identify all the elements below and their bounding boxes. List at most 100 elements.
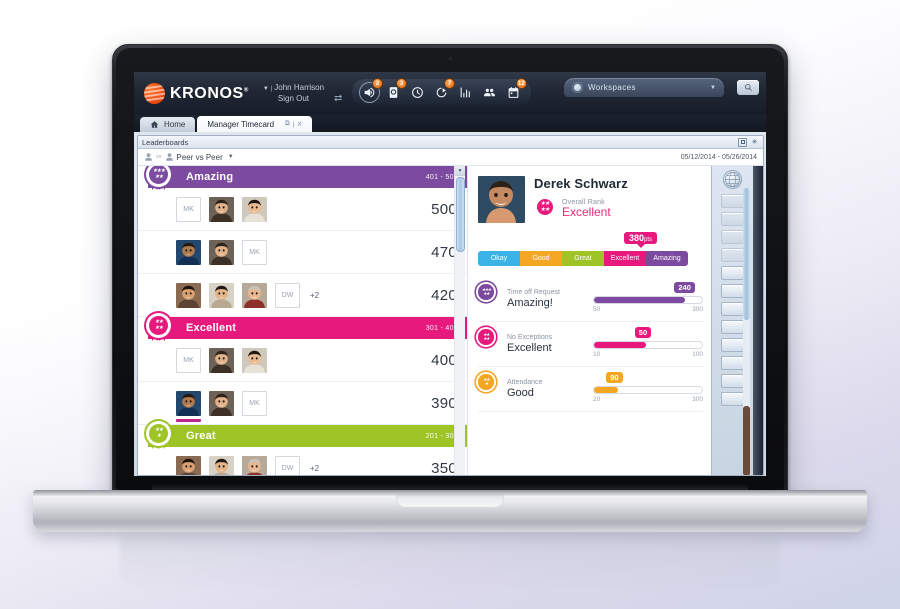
avatar bbox=[209, 239, 234, 265]
rail-widget-button[interactable] bbox=[721, 302, 744, 316]
rank-scale-okay[interactable]: Okay bbox=[478, 251, 520, 266]
search-button[interactable] bbox=[737, 80, 759, 95]
avatar-initials: MK bbox=[176, 196, 201, 222]
scroll-up-icon[interactable]: ▼ bbox=[455, 166, 465, 176]
tab-home-label: Home bbox=[164, 120, 186, 129]
sign-out-link[interactable]: Sign Out bbox=[263, 94, 324, 105]
vs-label: vs bbox=[156, 154, 162, 160]
scrollbar-thumb[interactable] bbox=[456, 177, 465, 252]
metric-range: 50 300 bbox=[593, 306, 703, 313]
leaderboard-row[interactable]: MK 400 bbox=[138, 339, 467, 382]
metrics-list: ★★★ ★★ Time off Request Amazing! 240 50 300 ★★ ★… bbox=[476, 277, 703, 412]
globe-icon[interactable] bbox=[723, 170, 742, 189]
screen: KRONOS® ▼ | John Harrison Sign Out ⇄ 2 3 bbox=[134, 72, 766, 476]
metric-range: 10 100 bbox=[593, 351, 703, 358]
calendar-icon[interactable]: 12 bbox=[503, 78, 527, 103]
rail-buttons bbox=[721, 194, 744, 410]
timecard-icon[interactable]: 3 bbox=[383, 78, 407, 103]
panel-content: ★★★ ★★ Amazing 401 - 500 MK 500 MK 470 DW +2 420 ★★… bbox=[138, 166, 763, 475]
home-icon bbox=[150, 121, 159, 128]
points-row: 380pts bbox=[478, 232, 703, 248]
peer-vs-peer-filter[interactable]: vs Peer vs Peer ▼ bbox=[144, 152, 234, 162]
leaderboard-row[interactable]: DW +2 350 bbox=[138, 447, 467, 475]
band-medal-icon: ★★ ★ bbox=[476, 372, 499, 395]
people-icon[interactable] bbox=[479, 82, 500, 103]
leaderboard-row[interactable]: MK 470 bbox=[138, 231, 467, 274]
rank-scale-excellent[interactable]: Excellent bbox=[604, 251, 646, 266]
avatar bbox=[209, 196, 234, 222]
metric-label: Attendance bbox=[507, 379, 543, 386]
workspaces-selector[interactable]: Workspaces ▼ bbox=[564, 78, 724, 97]
close-icon[interactable]: ✳ bbox=[750, 138, 759, 147]
tab-close-icon[interactable]: X bbox=[297, 121, 301, 128]
rail-widget-button[interactable] bbox=[721, 194, 744, 208]
maximize-icon[interactable] bbox=[738, 137, 747, 147]
brand-text: KRONOS bbox=[170, 84, 244, 102]
workspaces-label: Workspaces bbox=[588, 83, 636, 92]
rail-widget-button[interactable] bbox=[721, 248, 744, 262]
rail-widget-button[interactable] bbox=[721, 356, 744, 370]
metric-bar: 50 10 100 bbox=[593, 327, 703, 358]
metric-row: ★★ ★★ No Exceptions Excellent 50 10 100 bbox=[476, 322, 703, 367]
avatar bbox=[242, 196, 267, 222]
leaderboard-row[interactable]: MK 500 bbox=[138, 188, 467, 231]
leaderboard-band-amazing[interactable]: ★★★ ★★ Amazing 401 - 500 bbox=[146, 166, 467, 190]
rail-widget-button[interactable] bbox=[721, 338, 744, 352]
metric-text: No Exceptions Excellent bbox=[507, 334, 593, 354]
user-caret: ▼ | bbox=[262, 85, 273, 92]
panel-title: Leaderboards bbox=[142, 137, 189, 147]
avatar bbox=[242, 282, 267, 308]
date-range[interactable]: 05/12/2014 - 05/26/2014 bbox=[681, 154, 757, 161]
rail-widget-button[interactable] bbox=[721, 392, 744, 406]
rank-scale-good[interactable]: Good bbox=[520, 251, 562, 266]
profile-header: Derek Schwarz ★★ ★★ Overall Rank Excelle… bbox=[478, 176, 703, 223]
rank-medal-icon: ★★ ★★ bbox=[534, 196, 556, 222]
rail-marker bbox=[743, 406, 750, 475]
leaderboard-row[interactable]: DW +2 420 bbox=[138, 274, 467, 317]
rail-widget-button[interactable] bbox=[721, 212, 744, 226]
brand-name: KRONOS® bbox=[170, 85, 249, 103]
metric-min: 10 bbox=[593, 351, 601, 358]
sync-icon[interactable]: ⇄ bbox=[334, 93, 342, 104]
leaderboard-band-excellent[interactable]: ★★ ★★ Excellent 301 - 400 bbox=[146, 313, 467, 341]
avatar bbox=[209, 347, 234, 373]
metric-medal-icon: ★★ ★ bbox=[476, 372, 500, 402]
clock-icon[interactable] bbox=[407, 82, 428, 103]
tab-restore-icon[interactable]: ⧉ bbox=[285, 120, 290, 128]
panel-toolbar: vs Peer vs Peer ▼ 05/12/2014 - 05/26/201… bbox=[138, 149, 763, 166]
metric-fill bbox=[594, 297, 685, 303]
rail-widget-button[interactable] bbox=[721, 230, 744, 244]
profile-panel: Derek Schwarz ★★ ★★ Overall Rank Excelle… bbox=[468, 166, 711, 475]
rank-scale-great[interactable]: Great bbox=[562, 251, 604, 266]
person-icon-2 bbox=[165, 153, 173, 161]
rail-widget-button[interactable] bbox=[721, 374, 744, 388]
metric-value-text: Excellent bbox=[507, 342, 552, 354]
megaphone-icon[interactable]: 2 bbox=[359, 78, 383, 103]
user-menu[interactable]: ▼ | John Harrison Sign Out bbox=[263, 83, 324, 105]
rail-widget-button[interactable] bbox=[721, 284, 744, 298]
metric-value-badge: 50 bbox=[634, 327, 652, 341]
leaderboard-scrollbar[interactable]: ▼ bbox=[454, 166, 465, 475]
rail-widget-button[interactable] bbox=[721, 266, 744, 280]
widget-rail bbox=[711, 166, 753, 475]
avatar bbox=[242, 347, 267, 373]
tab-manager-timecard[interactable]: Manager Timecard ⧉ | X bbox=[197, 116, 312, 132]
metric-label: No Exceptions bbox=[507, 334, 553, 341]
avatar bbox=[209, 456, 234, 475]
metric-value-badge: 90 bbox=[606, 372, 623, 386]
rank-scale-amazing[interactable]: Amazing bbox=[646, 251, 688, 266]
band-name: Excellent bbox=[186, 322, 237, 334]
leaderboard-row[interactable]: MK 390 bbox=[138, 382, 467, 425]
avatar bbox=[176, 282, 201, 308]
points-unit: pts bbox=[644, 237, 653, 243]
rail-widget-button[interactable] bbox=[721, 320, 744, 334]
tab-home[interactable]: Home bbox=[140, 117, 196, 132]
avatar-initials: MK bbox=[242, 239, 267, 265]
app-header: KRONOS® ▼ | John Harrison Sign Out ⇄ 2 3 bbox=[134, 72, 766, 115]
chart-icon[interactable] bbox=[455, 82, 476, 103]
avatar bbox=[176, 239, 201, 265]
rank-value: Excellent bbox=[562, 205, 611, 219]
metric-text: Attendance Good bbox=[507, 379, 593, 399]
leaderboard-band-great[interactable]: ★★ ★ Great 201 - 300 bbox=[146, 421, 467, 449]
schedule-icon[interactable]: 7 bbox=[431, 78, 455, 103]
